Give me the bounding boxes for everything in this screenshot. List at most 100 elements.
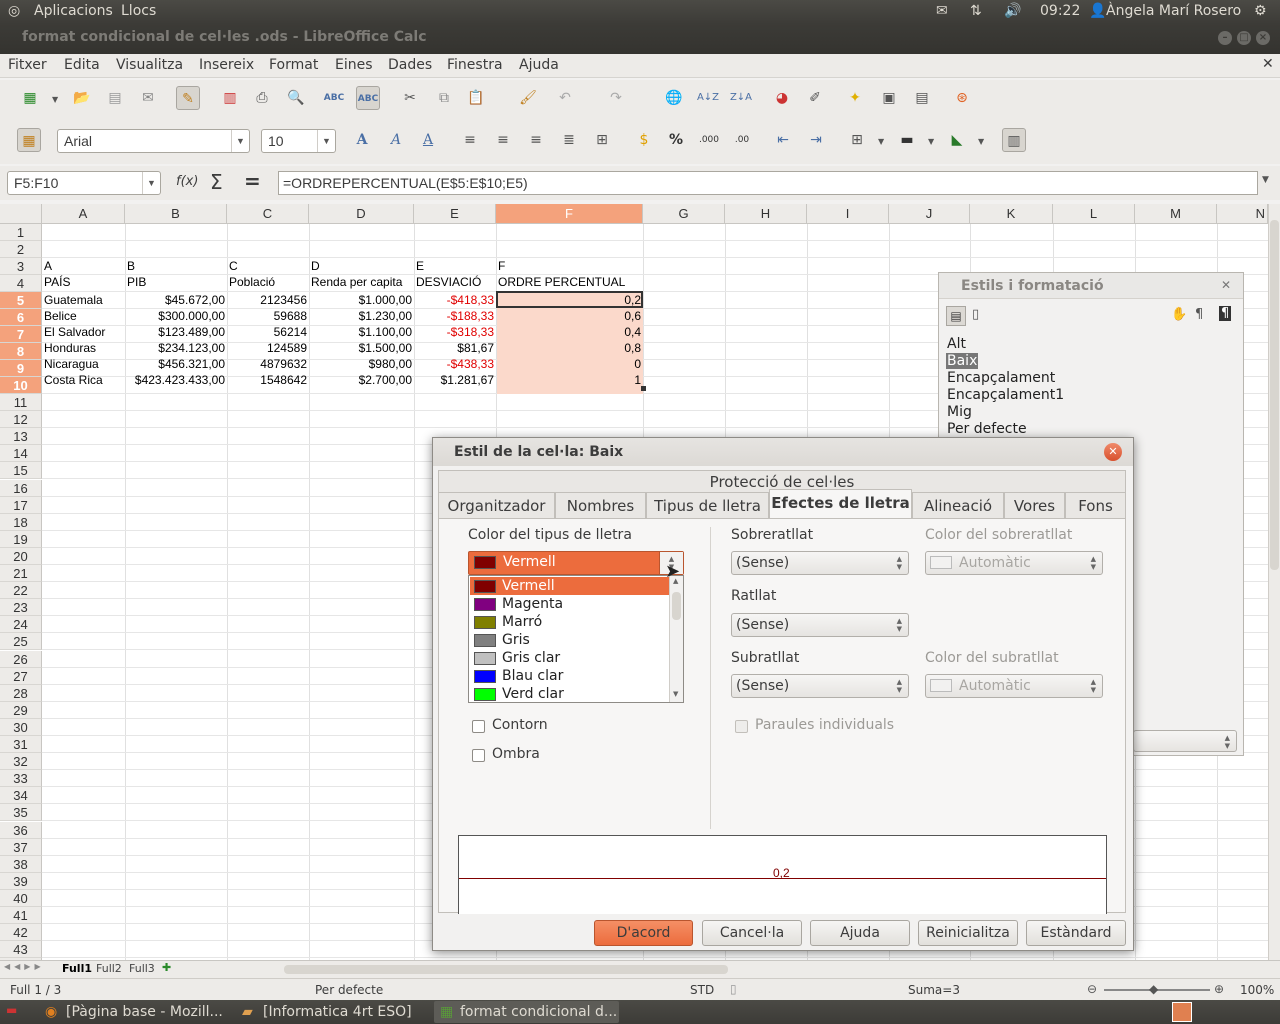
tab-organitzador[interactable]: Organitzador [438, 492, 555, 518]
cell-poblacio[interactable]: 59688 [227, 308, 309, 325]
cell-desviacio[interactable]: -$438,33 [414, 356, 496, 373]
tab-efectes-lletra[interactable]: Efectes de lletra [769, 489, 912, 519]
network-icon[interactable]: ⇅ [970, 3, 982, 19]
cell-pib[interactable]: $123.489,00 [125, 324, 227, 341]
cell-pais[interactable]: El Salvador [42, 324, 125, 341]
cell-pib[interactable]: $234.123,00 [125, 340, 227, 357]
chart-icon[interactable]: ◕ [770, 86, 794, 110]
row-header[interactable]: 27 [0, 667, 42, 685]
clock[interactable]: 09:22 [1040, 3, 1080, 19]
chevron-down-icon[interactable]: ▼ [142, 172, 160, 194]
row-header[interactable]: 38 [0, 855, 42, 873]
task-folder[interactable]: ▰ [Informatica 4rt ESO] [237, 1001, 422, 1023]
cell-ordre[interactable]: 0,2 [496, 292, 643, 309]
close-document-icon[interactable]: ✕ [1262, 56, 1274, 72]
row-header[interactable]: 39 [0, 872, 42, 890]
overline-color-combo[interactable]: Automàtic ▲ ▼ [925, 551, 1103, 575]
column-header-m[interactable]: M [1135, 204, 1217, 224]
align-left-icon[interactable]: ≡ [458, 128, 482, 152]
font-size-combo[interactable]: 10 ▼ [261, 129, 336, 153]
column-header-i[interactable]: I [807, 204, 889, 224]
row-header[interactable]: 32 [0, 753, 42, 771]
zoom-slider-thumb[interactable]: ◆ [1149, 982, 1158, 996]
cut-icon[interactable]: ✂ [398, 86, 422, 110]
help-icon[interactable]: ⊛ [950, 86, 974, 110]
cell-desviacio[interactable]: -$188,33 [414, 308, 496, 325]
style-item[interactable]: Per defecte [946, 421, 1028, 437]
row-header[interactable]: 25 [0, 633, 42, 651]
column-header-j[interactable]: J [889, 204, 970, 224]
row-header[interactable]: 8 [0, 343, 42, 360]
style-filter-combo[interactable]: ▲ ▼ [1133, 730, 1237, 752]
row-header[interactable]: 19 [0, 530, 42, 548]
user-name[interactable]: Àngela Marí Rosero [1106, 3, 1241, 19]
new-document-icon[interactable]: ▦ [18, 86, 42, 110]
font-name-combo[interactable]: Arial ▼ [57, 129, 250, 153]
tab-vores[interactable]: Vores [1004, 492, 1065, 518]
function-wizard-icon[interactable]: f(x) [176, 174, 198, 189]
underline-icon[interactable]: A [416, 128, 440, 152]
cell-b4[interactable]: PIB [125, 274, 227, 291]
cell-e4[interactable]: DESVIACIÓ [414, 274, 496, 291]
cell-pib[interactable]: $45.672,00 [125, 292, 227, 309]
cell-pib[interactable]: $456.321,00 [125, 356, 227, 373]
cell-c3[interactable]: C [227, 258, 309, 275]
cell-pais[interactable]: Costa Rica [42, 372, 125, 389]
bold-icon[interactable]: A [350, 128, 374, 152]
style-item[interactable]: Alt [946, 336, 967, 352]
color-option[interactable]: Verd clar [470, 685, 669, 703]
ombra-checkbox[interactable] [472, 749, 485, 762]
undo-icon[interactable]: ↶ [553, 86, 577, 110]
menu-fitxer[interactable]: Fitxer [8, 57, 47, 73]
standard-button[interactable]: Estàndard [1026, 920, 1126, 946]
close-panel-icon[interactable]: ✕ [1221, 278, 1231, 292]
cell-f4[interactable]: ORDRE PERCENTUAL [496, 274, 643, 291]
cell-f3[interactable]: F [496, 258, 643, 275]
reset-button[interactable]: Reinicialitza [918, 920, 1018, 946]
task-firefox[interactable]: ◉ [Pàgina base - Mozill... [40, 1001, 225, 1023]
cell-c4[interactable]: Població [227, 274, 309, 291]
cell-styles-icon[interactable]: ▤ [946, 306, 966, 326]
menu-edita[interactable]: Edita [64, 57, 100, 73]
font-color-combo[interactable]: Vermell ▲ ▼ [468, 551, 684, 575]
sum-indicator[interactable]: Suma=3 [908, 983, 960, 997]
remove-decimal-icon[interactable]: .00 [730, 128, 754, 152]
help-button[interactable]: Ajuda [810, 920, 910, 946]
row-header[interactable]: 4 [0, 275, 42, 292]
style-item-selected[interactable]: Baix [946, 353, 979, 369]
cell-desviacio[interactable]: $1.281,67 [414, 372, 496, 389]
row-header[interactable]: 37 [0, 838, 42, 856]
row-header[interactable]: 33 [0, 770, 42, 788]
cell-renda[interactable]: $1.500,00 [309, 340, 414, 357]
places-menu[interactable]: Llocs [121, 3, 156, 19]
cell-b3[interactable]: B [125, 258, 227, 275]
spellcheck-icon[interactable]: ABC [322, 86, 346, 110]
zoom-in-icon[interactable]: ⊕ [1214, 982, 1224, 996]
sheet-nav-icon[interactable]: ◀◀▶▶ [4, 962, 45, 971]
page-styles-icon[interactable]: ▯ [972, 307, 979, 322]
row-header[interactable]: 24 [0, 616, 42, 634]
cell-a3[interactable]: A [42, 258, 125, 275]
column-header-f[interactable]: F [496, 204, 643, 224]
color-option[interactable]: Marró [470, 613, 669, 631]
row-header[interactable]: 30 [0, 718, 42, 736]
clone-format-icon[interactable]: 🖌 [516, 86, 540, 110]
formula-equals-icon[interactable]: = [244, 169, 261, 193]
contorn-checkbox[interactable] [472, 720, 485, 733]
chevron-down-icon[interactable]: ▼ [231, 130, 249, 152]
cell-renda[interactable]: $2.700,00 [309, 372, 414, 389]
apps-menu[interactable]: Aplicacions [34, 3, 113, 19]
font-color-dropdown-icon[interactable]: ▼ [978, 137, 984, 146]
minimize-icon[interactable]: – [1218, 31, 1232, 45]
menu-eines[interactable]: Eines [335, 57, 373, 73]
draw-functions-icon[interactable]: ✐ [803, 86, 827, 110]
row-header[interactable]: 34 [0, 787, 42, 805]
autospellcheck-icon[interactable]: ABC [356, 86, 380, 110]
style-item[interactable]: Encapçalament1 [946, 387, 1065, 403]
add-sheet-icon[interactable]: ✚ [162, 961, 171, 974]
row-header[interactable]: 5 [0, 292, 42, 309]
close-dialog-icon[interactable]: ✕ [1104, 443, 1122, 461]
select-all-corner[interactable] [0, 204, 42, 224]
cell-pais[interactable]: Nicaragua [42, 356, 125, 373]
cell-pib[interactable]: $300.000,00 [125, 308, 227, 325]
